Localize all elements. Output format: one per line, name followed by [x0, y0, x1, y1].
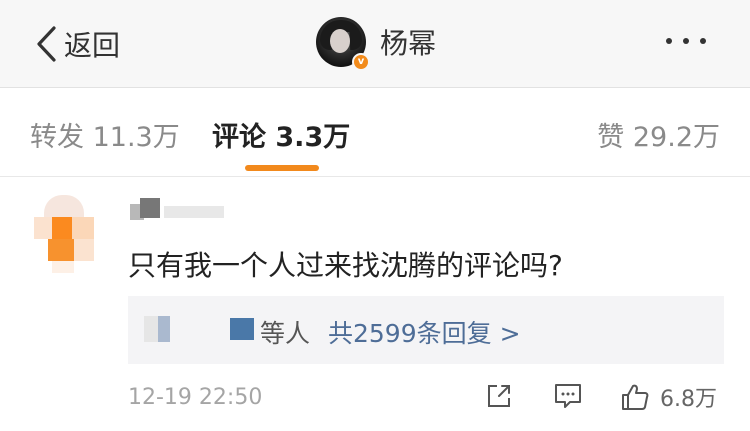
- comment-timestamp: 12-19 22:50: [128, 385, 263, 410]
- reply-button[interactable]: [553, 381, 583, 411]
- top-nav-bar: 返回 v 杨幂: [0, 0, 750, 88]
- like-count: 6.8万: [660, 387, 717, 412]
- back-label: 返回: [64, 29, 121, 62]
- back-button[interactable]: 返回: [34, 22, 120, 66]
- like-button[interactable]: 6.8万: [620, 381, 717, 413]
- tab-repost[interactable]: 转发 11.3万: [30, 115, 180, 154]
- replies-preview[interactable]: 等人 共2599条回复 >: [128, 296, 724, 364]
- comment-icon: [555, 384, 581, 408]
- comment-text: 只有我一个人过来找沈腾的评论吗?: [128, 249, 563, 282]
- chevron-left-icon: [37, 26, 56, 62]
- view-replies-link[interactable]: 共2599条回复 >: [328, 314, 521, 350]
- share-icon: [488, 385, 510, 407]
- thumbs-up-icon: [622, 384, 649, 410]
- active-tab-indicator: [245, 165, 319, 171]
- commenter-name[interactable]: [130, 198, 230, 222]
- reply-others-label: 等人: [260, 319, 311, 348]
- profile-header[interactable]: v 杨幂: [316, 17, 437, 71]
- profile-name: 杨幂: [380, 27, 437, 60]
- share-button[interactable]: [484, 381, 514, 411]
- replier-name: [230, 318, 254, 340]
- avatar[interactable]: v: [316, 17, 370, 71]
- tab-comment[interactable]: 评论 3.3万: [212, 115, 350, 154]
- more-dots-icon[interactable]: [666, 38, 706, 44]
- tab-bar: 转发 11.3万 评论 3.3万 赞 29.2万: [0, 89, 750, 177]
- verified-badge: v: [352, 53, 370, 71]
- commenter-avatar[interactable]: [34, 195, 98, 275]
- tab-like[interactable]: 赞 29.2万: [597, 115, 720, 154]
